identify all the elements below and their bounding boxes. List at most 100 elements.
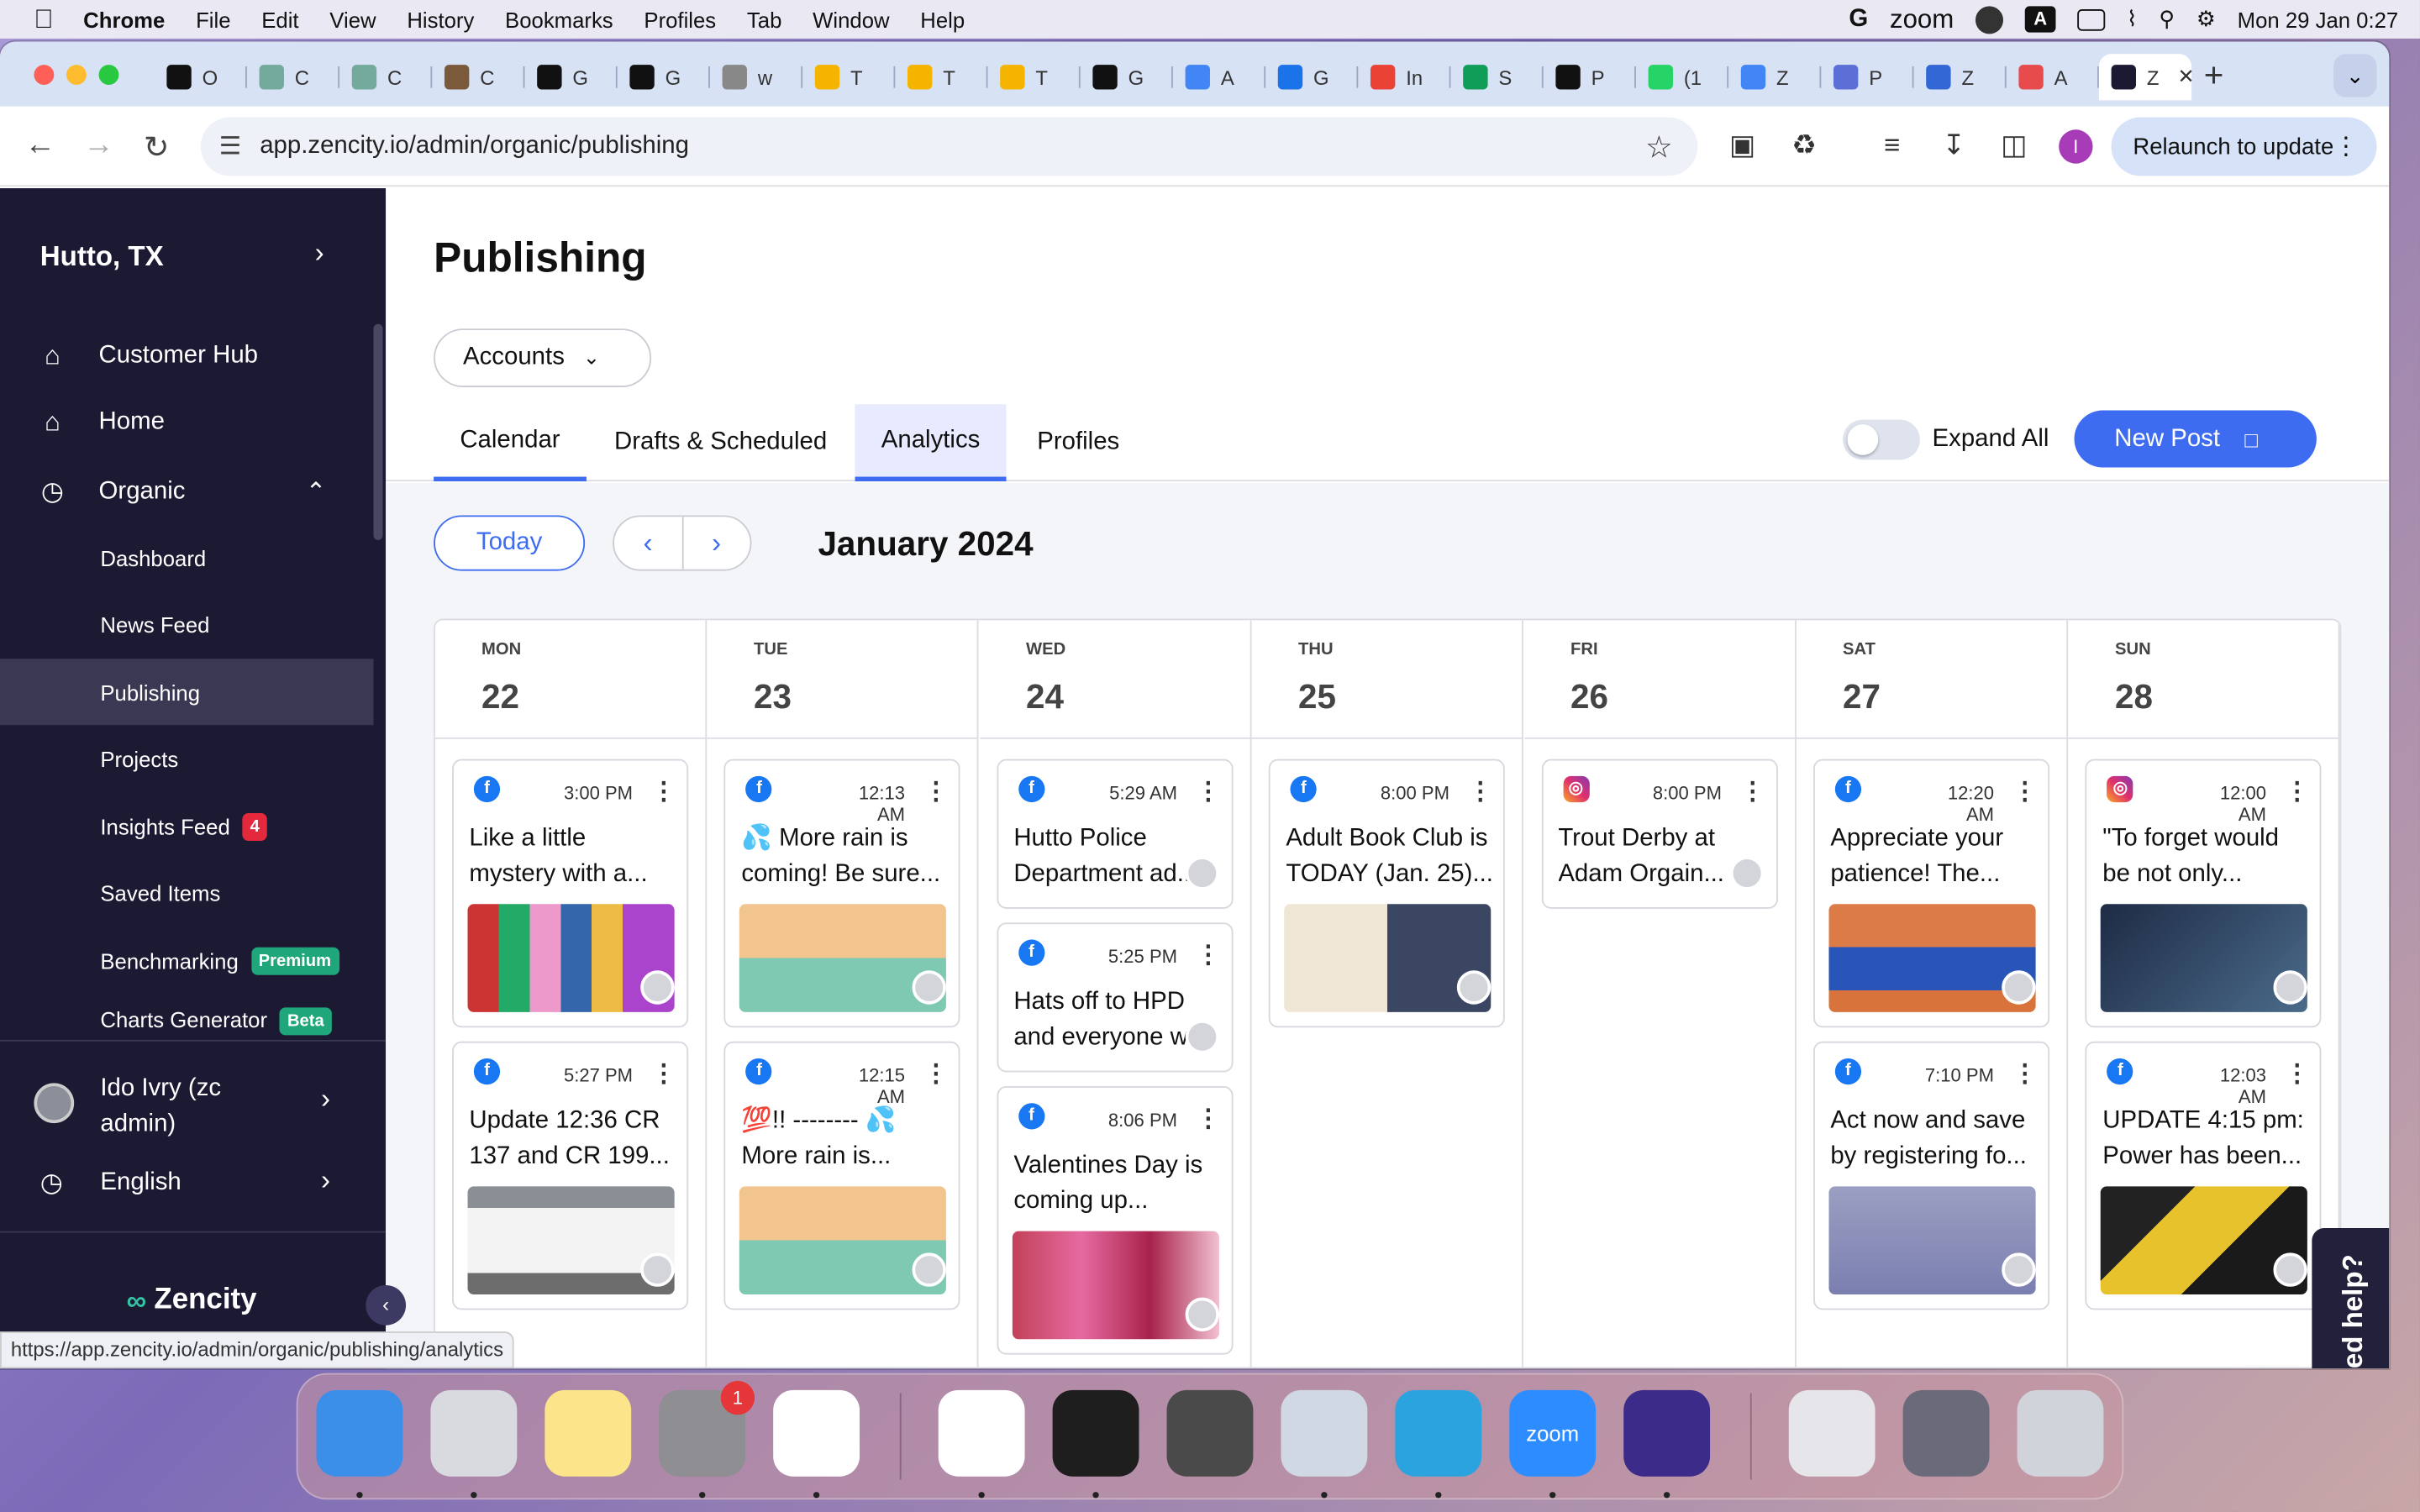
browser-tab[interactable]: G bbox=[618, 54, 710, 100]
telegram-icon[interactable] bbox=[1395, 1389, 1482, 1477]
sidebar-item-insights-feed[interactable]: Insights Feed 4 bbox=[0, 793, 373, 859]
collapse-sidebar-button[interactable]: ‹ bbox=[366, 1284, 407, 1326]
sidebar-item-saved-items[interactable]: Saved Items bbox=[0, 859, 373, 926]
disk-utility-icon[interactable] bbox=[1788, 1389, 1876, 1477]
kebab-menu-icon[interactable]: ⋮ bbox=[2285, 776, 2309, 807]
more-menu-icon[interactable]: ⋮ bbox=[2333, 131, 2358, 162]
menu-tab[interactable]: Tab bbox=[747, 7, 781, 31]
bookmark-star-icon[interactable]: ☆ bbox=[1645, 128, 1673, 166]
sidebar-item-customer-hub[interactable]: ⌂ Customer Hub bbox=[0, 326, 373, 387]
extension-dots-icon[interactable]: ▣ bbox=[1725, 128, 1759, 161]
browser-tab[interactable]: T bbox=[802, 54, 896, 100]
tab-drafts-scheduled[interactable]: Drafts & Scheduled bbox=[588, 404, 854, 481]
browser-tab[interactable]: C bbox=[339, 54, 433, 100]
battery-icon[interactable] bbox=[2077, 8, 2106, 30]
browser-tab[interactable]: w bbox=[710, 54, 803, 100]
grammarly-menubar-icon[interactable]: G bbox=[1849, 5, 1868, 33]
reading-list-icon[interactable]: ≡ bbox=[1876, 128, 1909, 161]
notes-icon[interactable] bbox=[544, 1389, 632, 1477]
post-card[interactable]: f 12:15 AM ⋮ 💯!! -------- 💦 More rain is... bbox=[724, 1041, 961, 1310]
post-card[interactable]: f 5:27 PM ⋮ Update 12:36 CR 137 and CR 199.… bbox=[452, 1041, 689, 1310]
reload-icon[interactable]: ↻ bbox=[144, 128, 170, 166]
extensions-puzzle-icon[interactable]: ♻ bbox=[1787, 128, 1821, 161]
kebab-menu-icon[interactable]: ⋮ bbox=[1740, 776, 1765, 807]
sidebar-item-home[interactable]: ⌂ Home bbox=[0, 392, 373, 454]
post-card[interactable]: ◎ 12:00 AM ⋮ "To forget would be not only..… bbox=[2086, 759, 2323, 1028]
browser-tab[interactable]: G bbox=[1265, 54, 1359, 100]
window-thumbnail-icon[interactable] bbox=[1902, 1389, 1990, 1477]
menu-bookmarks[interactable]: Bookmarks bbox=[505, 7, 613, 31]
kebab-menu-icon[interactable]: ⋮ bbox=[2012, 1058, 2037, 1089]
download-icon[interactable]: ↧ bbox=[1937, 128, 1970, 161]
tab-calendar[interactable]: Calendar bbox=[434, 404, 587, 482]
menu-edit[interactable]: Edit bbox=[261, 7, 298, 31]
language-label[interactable]: English bbox=[100, 1169, 181, 1197]
zoom-menubar-label[interactable]: zoom bbox=[1890, 4, 1954, 35]
accounts-dropdown[interactable]: Accounts ⌄ bbox=[434, 328, 652, 388]
browser-tab[interactable]: T bbox=[987, 54, 1081, 100]
trash-icon[interactable] bbox=[2017, 1389, 2104, 1477]
browser-tab[interactable]: S bbox=[1450, 54, 1544, 100]
browser-tab[interactable]: Z bbox=[1728, 54, 1822, 100]
chevron-up-icon[interactable]: ⌃ bbox=[306, 477, 327, 508]
chevron-left-icon[interactable]: ‹ bbox=[614, 517, 683, 570]
browser-tab[interactable]: T bbox=[895, 54, 988, 100]
sidebar-item-news-feed[interactable]: News Feed bbox=[0, 591, 373, 657]
browser-tab[interactable]: C bbox=[432, 54, 525, 100]
post-card[interactable]: f 3:00 PM ⋮ Like a little mystery with a... bbox=[452, 759, 689, 1028]
kebab-menu-icon[interactable]: ⋮ bbox=[1196, 940, 1220, 971]
sublime-icon[interactable] bbox=[1166, 1389, 1254, 1477]
menu-app-name[interactable]: Chrome bbox=[83, 7, 165, 31]
sidebar-item-dashboard[interactable]: Dashboard bbox=[0, 524, 373, 591]
browser-tab[interactable]: (1 bbox=[1636, 54, 1729, 100]
kebab-menu-icon[interactable]: ⋮ bbox=[923, 776, 948, 807]
post-card[interactable]: f 5:29 AM ⋮ Hutto Police Department ad... bbox=[997, 759, 1234, 909]
post-card[interactable]: f 12:13 AM ⋮ 💦 More rain is coming! Be sure… bbox=[724, 759, 961, 1028]
need-help-button[interactable]: Need help? ⚲ bbox=[2312, 1228, 2390, 1369]
finder-icon[interactable] bbox=[316, 1389, 403, 1477]
menubar-datetime[interactable]: Mon 29 Jan 0:27 bbox=[2238, 7, 2399, 31]
new-post-button[interactable]: New Post □ bbox=[2074, 410, 2317, 468]
new-tab-button[interactable]: + bbox=[2204, 55, 2224, 96]
notification-icon[interactable] bbox=[1975, 5, 2004, 34]
side-panel-icon[interactable]: ◫ bbox=[1997, 128, 2031, 161]
zoom-icon[interactable]: zoom bbox=[1509, 1389, 1597, 1477]
post-card[interactable]: f 12:20 AM ⋮ Appreciate your patience! The.… bbox=[1813, 759, 2050, 1028]
url-text[interactable]: app.zencity.io/admin/organic/publishing bbox=[260, 133, 689, 160]
sidebar-item-organic[interactable]: ◷ Organic ⌃ bbox=[0, 461, 373, 522]
close-tab-icon[interactable]: ✕ bbox=[2177, 65, 2194, 89]
browser-tab[interactable]: G bbox=[1081, 54, 1173, 100]
back-arrow-icon[interactable]: ← bbox=[24, 128, 55, 163]
sidebar-item-publishing[interactable]: Publishing bbox=[0, 659, 374, 726]
tab-analytics[interactable]: Analytics bbox=[855, 404, 1007, 482]
browser-tab[interactable]: Z bbox=[1914, 54, 2007, 100]
zoom-window-button[interactable] bbox=[98, 65, 119, 86]
browser-tab[interactable]: A bbox=[1173, 54, 1266, 100]
terminal-icon[interactable] bbox=[1052, 1389, 1139, 1477]
user-name[interactable]: Ido Ivry (zc admin) bbox=[100, 1071, 285, 1142]
system-settings-icon[interactable]: 1 bbox=[659, 1380, 755, 1477]
chevron-right-icon[interactable]: › bbox=[321, 1083, 330, 1116]
avatar[interactable] bbox=[34, 1083, 75, 1124]
post-card[interactable]: f 8:06 PM ⋮ Valentines Day is coming up... bbox=[997, 1086, 1234, 1355]
tab-search-button[interactable]: ⌄ bbox=[2333, 54, 2377, 97]
browser-tab[interactable]: Z ✕ bbox=[2098, 54, 2195, 101]
browser-tab[interactable]: P bbox=[1544, 54, 1636, 100]
post-card[interactable]: f 8:00 PM ⋮ Adult Book Club is TODAY (Jan. … bbox=[1269, 759, 1506, 1028]
kebab-menu-icon[interactable]: ⋮ bbox=[1196, 776, 1220, 807]
kebab-menu-icon[interactable]: ⋮ bbox=[923, 1058, 948, 1089]
post-card[interactable]: f 12:03 AM ⋮ UPDATE 4:15 pm: Power has been… bbox=[2086, 1041, 2323, 1310]
control-center-icon[interactable]: ⚙ bbox=[2196, 6, 2216, 32]
grammarly-icon[interactable] bbox=[1623, 1389, 1711, 1477]
address-bar[interactable]: ☰ app.zencity.io/admin/organic/publishin… bbox=[200, 117, 1698, 176]
sidebar-item-charts-generator[interactable]: Charts Generator Beta bbox=[0, 994, 373, 1040]
kebab-menu-icon[interactable]: ⋮ bbox=[1196, 1103, 1220, 1134]
menu-history[interactable]: History bbox=[407, 7, 474, 31]
apple-icon[interactable]:  bbox=[34, 5, 61, 33]
kebab-menu-icon[interactable]: ⋮ bbox=[651, 1058, 676, 1089]
expand-all-toggle[interactable] bbox=[1843, 419, 1920, 460]
tab-profiles[interactable]: Profiles bbox=[1011, 404, 1145, 481]
minimize-window-button[interactable] bbox=[66, 65, 87, 86]
city-name[interactable]: Hutto, TX bbox=[40, 241, 164, 274]
menu-window[interactable]: Window bbox=[813, 7, 889, 31]
